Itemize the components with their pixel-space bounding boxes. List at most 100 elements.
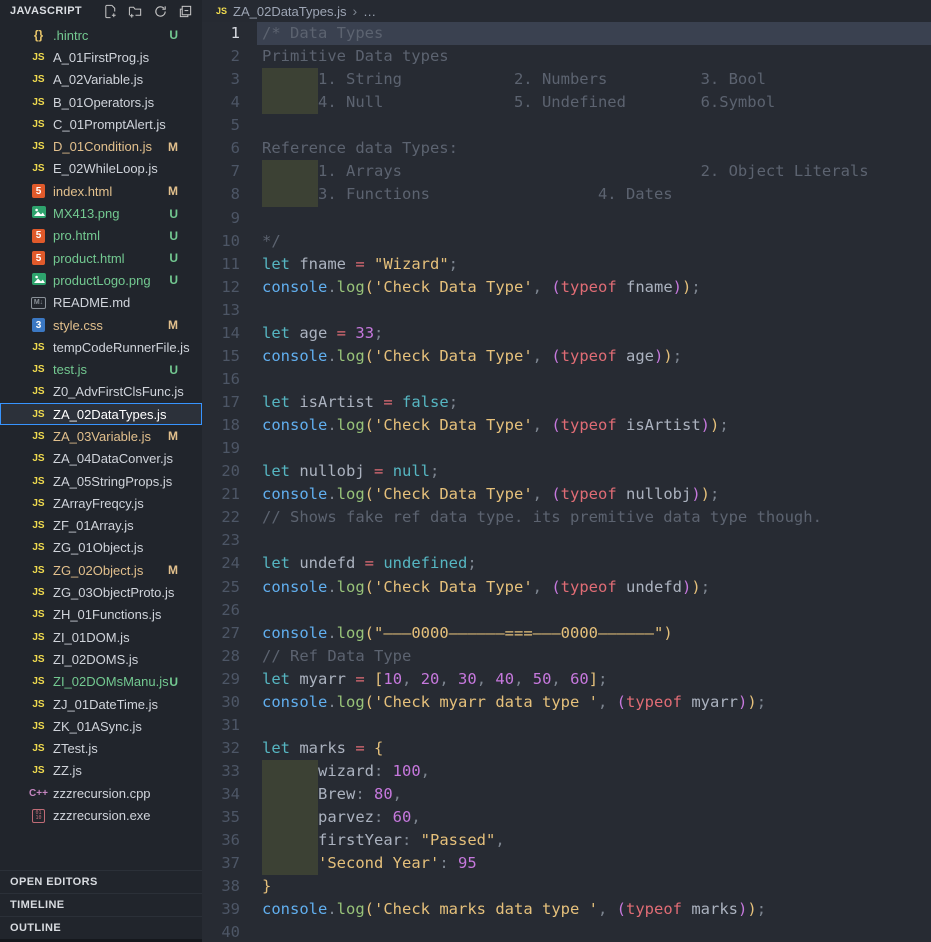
code-line[interactable]: 10*/ xyxy=(202,230,931,253)
file-item-E_02WhileLoop.js[interactable]: JSE_02WhileLoop.js xyxy=(0,158,202,180)
code-line[interactable]: 25console.log('Check Data Type', (typeof… xyxy=(202,576,931,599)
file-item-B_01Operators.js[interactable]: JSB_01Operators.js xyxy=(0,91,202,113)
code-line[interactable]: 33 wizard: 100, xyxy=(202,760,931,783)
code-line[interactable]: 24let undefd = undefined; xyxy=(202,552,931,575)
code-line[interactable]: 12console.log('Check Data Type', (typeof… xyxy=(202,276,931,299)
file-item-D_01Condition.js[interactable]: JSD_01Condition.jsM xyxy=(0,135,202,157)
file-item-ZA_02DataTypes.js[interactable]: JSZA_02DataTypes.js xyxy=(0,403,202,425)
file-item-zzzrecursion.exe[interactable]: 0110zzzrecursion.exe xyxy=(0,804,202,826)
code-line[interactable]: 34 Brew: 80, xyxy=(202,783,931,806)
file-item-ZA_03Variable.js[interactable]: JSZA_03Variable.jsM xyxy=(0,425,202,447)
file-item-MX413.png[interactable]: MX413.pngU xyxy=(0,202,202,224)
file-item-ZI_01DOM.js[interactable]: JSZI_01DOM.js xyxy=(0,626,202,648)
code-line[interactable]: 1/* Data Types xyxy=(202,22,931,45)
file-item-ZArrayFreqcy.js[interactable]: JSZArrayFreqcy.js xyxy=(0,492,202,514)
file-item-productLogo.png[interactable]: productLogo.pngU xyxy=(0,269,202,291)
code-line[interactable]: 8 3. Functions 4. Dates xyxy=(202,183,931,206)
code-line-text: 1. String 2. Numbers 3. Bool xyxy=(257,68,931,91)
file-item-ZJ_01DateTime.js[interactable]: JSZJ_01DateTime.js xyxy=(0,693,202,715)
file-item-ZG_03ObjectProto.js[interactable]: JSZG_03ObjectProto.js xyxy=(0,581,202,603)
code-line[interactable]: 37 'Second Year': 95 xyxy=(202,852,931,875)
line-number: 15 xyxy=(202,345,240,368)
breadcrumb-filename[interactable]: ZA_02DataTypes.js xyxy=(233,4,346,19)
line-number: 34 xyxy=(202,783,240,806)
git-status-badge: U xyxy=(169,207,196,221)
file-item-ZTest.js[interactable]: JSZTest.js xyxy=(0,738,202,760)
code-line[interactable]: 4 4. Null 5. Undefined 6.Symbol xyxy=(202,91,931,114)
file-item-ZG_01Object.js[interactable]: JSZG_01Object.js xyxy=(0,537,202,559)
file-item-test.js[interactable]: JStest.jsU xyxy=(0,358,202,380)
code-line[interactable]: 30console.log('Check myarr data type ', … xyxy=(202,691,931,714)
file-item-ZH_01Functions.js[interactable]: JSZH_01Functions.js xyxy=(0,604,202,626)
code-line[interactable]: 27console.log("———0000——————===———0000——… xyxy=(202,622,931,645)
file-item-ZA_05StringProps.js[interactable]: JSZA_05StringProps.js xyxy=(0,470,202,492)
html-file-icon: 5 xyxy=(32,251,45,265)
new-folder-button[interactable] xyxy=(126,2,144,20)
explorer-section-header[interactable]: JAVASCRIPT xyxy=(0,0,202,22)
file-name: ZZ.js xyxy=(53,763,82,778)
code-area[interactable]: 1/* Data Types2Primitive Data types3 1. … xyxy=(202,22,931,942)
file-item-index.html[interactable]: 5index.htmlM xyxy=(0,180,202,202)
code-line[interactable]: 32let marks = { xyxy=(202,737,931,760)
code-line[interactable]: 23 xyxy=(202,529,931,552)
code-line[interactable]: 6Reference data Types: xyxy=(202,137,931,160)
code-line[interactable]: 26 xyxy=(202,599,931,622)
code-line[interactable]: 36 firstYear: "Passed", xyxy=(202,829,931,852)
code-line[interactable]: 11let fname = "Wizard"; xyxy=(202,253,931,276)
code-line[interactable]: 20let nullobj = null; xyxy=(202,460,931,483)
code-line[interactable]: 38} xyxy=(202,875,931,898)
section-header-timeline[interactable]: TIMELINE xyxy=(0,893,202,916)
file-item-.hintrc[interactable]: {}.hintrcU xyxy=(0,24,202,46)
code-line[interactable]: 3 1. String 2. Numbers 3. Bool xyxy=(202,68,931,91)
collapse-all-button[interactable] xyxy=(176,2,194,20)
code-line[interactable]: 40 xyxy=(202,921,931,942)
file-item-zzzrecursion.cpp[interactable]: C++zzzrecursion.cpp xyxy=(0,782,202,804)
file-item-ZG_02Object.js[interactable]: JSZG_02Object.jsM xyxy=(0,559,202,581)
code-line[interactable]: 2Primitive Data types xyxy=(202,45,931,68)
section-header-open-editors[interactable]: OPEN EDITORS xyxy=(0,870,202,893)
file-item-ZK_01ASync.js[interactable]: JSZK_01ASync.js xyxy=(0,715,202,737)
code-line[interactable]: 17let isArtist = false; xyxy=(202,391,931,414)
line-number: 26 xyxy=(202,599,240,622)
code-line[interactable]: 18console.log('Check Data Type', (typeof… xyxy=(202,414,931,437)
code-line[interactable]: 39console.log('Check marks data type ', … xyxy=(202,898,931,921)
code-line[interactable]: 21console.log('Check Data Type', (typeof… xyxy=(202,483,931,506)
file-name: ZG_02Object.js xyxy=(53,563,143,578)
file-item-Z0_AdvFirstClsFunc.js[interactable]: JSZ0_AdvFirstClsFunc.js xyxy=(0,381,202,403)
code-line[interactable]: 29let myarr = [10, 20, 30, 40, 50, 60]; xyxy=(202,668,931,691)
code-line[interactable]: 15console.log('Check Data Type', (typeof… xyxy=(202,345,931,368)
code-line-text: let fname = "Wizard"; xyxy=(257,253,931,276)
code-line[interactable]: 22// Shows fake ref data type. its premi… xyxy=(202,506,931,529)
file-item-ZA_04DataConver.js[interactable]: JSZA_04DataConver.js xyxy=(0,448,202,470)
code-line[interactable]: 13 xyxy=(202,299,931,322)
code-line[interactable]: 5 xyxy=(202,114,931,137)
file-item-style.css[interactable]: 3style.cssM xyxy=(0,314,202,336)
code-line[interactable]: 35 parvez: 60, xyxy=(202,806,931,829)
code-line[interactable]: 28// Ref Data Type xyxy=(202,645,931,668)
code-line[interactable]: 9 xyxy=(202,207,931,230)
code-line[interactable]: 16 xyxy=(202,368,931,391)
file-item-ZF_01Array.js[interactable]: JSZF_01Array.js xyxy=(0,515,202,537)
file-item-tempCodeRunnerFile.js[interactable]: JStempCodeRunnerFile.js xyxy=(0,336,202,358)
refresh-button[interactable] xyxy=(151,2,169,20)
file-item-A_01FirstProg.js[interactable]: JSA_01FirstProg.js xyxy=(0,46,202,68)
file-item-A_02Variable.js[interactable]: JSA_02Variable.js xyxy=(0,69,202,91)
breadcrumb-ellipsis[interactable]: … xyxy=(363,4,376,19)
code-line[interactable]: 31 xyxy=(202,714,931,737)
code-line[interactable]: 7 1. Arrays 2. Object Literals xyxy=(202,160,931,183)
file-item-ZI_02DOMS.js[interactable]: JSZI_02DOMS.js xyxy=(0,648,202,670)
file-item-ZI_02DOMsManu.js[interactable]: JSZI_02DOMsManu.jsU xyxy=(0,671,202,693)
line-number: 40 xyxy=(202,921,240,942)
code-line[interactable]: 14let age = 33; xyxy=(202,322,931,345)
file-item-C_01PromptAlert.js[interactable]: JSC_01PromptAlert.js xyxy=(0,113,202,135)
js-file-icon: JS xyxy=(32,699,44,710)
code-line-text: wizard: 100, xyxy=(257,760,931,783)
file-item-README.md[interactable]: M↓README.md xyxy=(0,292,202,314)
file-name: ZF_01Array.js xyxy=(53,518,134,533)
file-item-pro.html[interactable]: 5pro.htmlU xyxy=(0,225,202,247)
code-line[interactable]: 19 xyxy=(202,437,931,460)
new-file-button[interactable] xyxy=(101,2,119,20)
file-item-product.html[interactable]: 5product.htmlU xyxy=(0,247,202,269)
file-item-ZZ.js[interactable]: JSZZ.js xyxy=(0,760,202,782)
section-header-outline[interactable]: OUTLINE xyxy=(0,916,202,939)
